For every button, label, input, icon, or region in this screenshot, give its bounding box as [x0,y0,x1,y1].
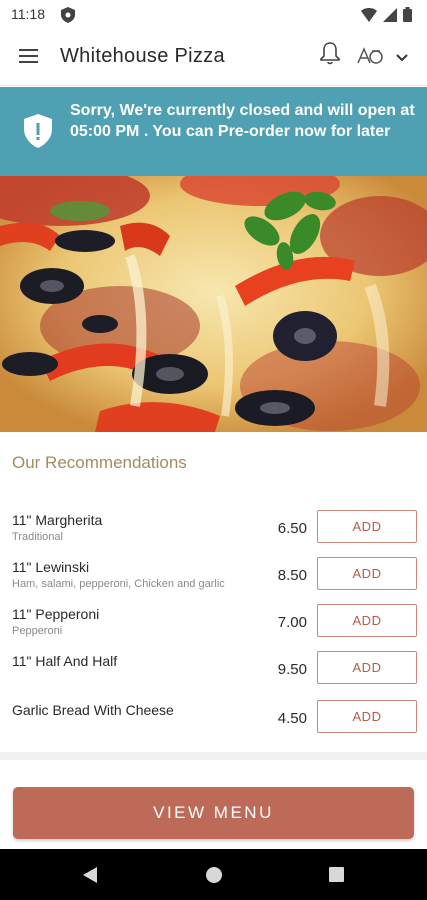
status-time: 11:18 [11,6,45,22]
add-to-cart-button[interactable]: ADD [317,510,417,543]
item-price: 9.50 [277,661,307,678]
shield-alert-icon [24,114,52,153]
item-price: 7.00 [277,614,307,631]
system-navigation-bar [0,849,427,900]
item-name: 11" Half And Half [12,653,118,669]
menu-item: 11" Lewinski Ham, salami, pepperoni, Chi… [0,557,427,599]
recent-apps-icon[interactable] [328,866,345,888]
signal-icon [383,7,397,27]
section-divider [0,752,427,760]
item-price: 6.50 [277,520,307,537]
recommendations-title: Our Recommendations [12,453,187,472]
hamburger-menu-icon[interactable] [18,47,42,69]
add-to-cart-button[interactable]: ADD [317,651,417,684]
home-icon[interactable] [205,866,223,889]
add-to-cart-button[interactable]: ADD [317,604,417,637]
view-menu-button[interactable]: VIEW MENU [13,787,414,839]
status-icons [361,7,412,27]
shield-status-icon [61,7,75,28]
menu-item: 11" Margherita Traditional 6.50 ADD [0,510,427,552]
item-description: Pepperoni [12,625,63,637]
add-to-cart-button[interactable]: ADD [317,557,417,590]
language-icon[interactable] [356,45,384,72]
item-name: Garlic Bread With Cheese [12,702,174,718]
item-description: Traditional [12,531,63,543]
back-icon[interactable] [82,866,98,889]
add-to-cart-button[interactable]: ADD [317,700,417,733]
app-bar: Whitehouse Pizza [0,30,427,86]
menu-item: 11" Pepperoni Pepperoni 7.00 ADD [0,604,427,646]
item-price: 8.50 [277,567,307,584]
item-name: 11" Pepperoni [12,606,100,622]
item-price: 4.50 [277,710,307,727]
app-title: Whitehouse Pizza [60,45,225,67]
item-name: 11" Lewinski [12,559,90,575]
pizza-hero-image [0,176,427,432]
menu-item: 11" Half And Half 9.50 ADD [0,651,427,693]
closed-notice-text: Sorry, We're currently closed and will o… [70,102,415,140]
menu-item: Garlic Bread With Cheese 4.50 ADD [0,700,427,742]
battery-icon [403,7,412,27]
item-description: Ham, salami, pepperoni, Chicken and garl… [12,578,225,590]
item-name: 11" Margherita [12,512,103,528]
notification-bell-icon[interactable] [319,41,341,70]
status-bar: 11:18 [0,0,427,30]
closed-notice-banner: Sorry, We're currently closed and will o… [0,87,427,176]
wifi-icon [361,7,377,27]
chevron-down-icon[interactable] [395,50,409,68]
